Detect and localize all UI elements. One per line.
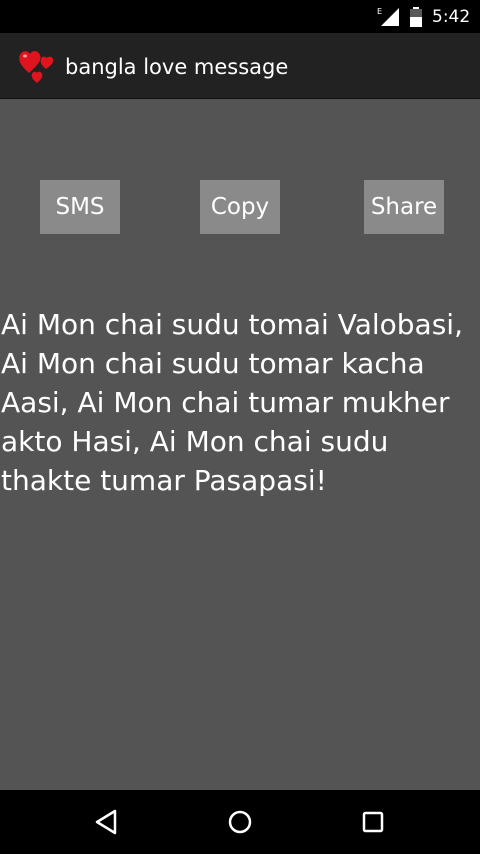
app-bar: bangla love message bbox=[0, 33, 480, 99]
hearts-icon bbox=[19, 51, 54, 83]
share-button[interactable]: Share bbox=[364, 180, 444, 234]
recents-square-icon[interactable] bbox=[357, 806, 389, 838]
battery-icon bbox=[410, 7, 422, 27]
sms-button[interactable]: SMS bbox=[40, 180, 120, 234]
home-circle-icon[interactable] bbox=[224, 806, 256, 838]
status-bar: E 5:42 bbox=[0, 0, 480, 33]
network-type-label: E bbox=[377, 7, 382, 16]
message-text: Ai Mon chai sudu tomai Valobasi, Ai Mon … bbox=[1, 308, 463, 497]
app-title: bangla love message bbox=[65, 55, 289, 79]
navigation-bar bbox=[0, 790, 480, 854]
status-time: 5:42 bbox=[432, 7, 471, 27]
copy-button[interactable]: Copy bbox=[200, 180, 280, 234]
back-triangle-icon[interactable] bbox=[91, 806, 123, 838]
signal-icon: E bbox=[377, 7, 399, 26]
